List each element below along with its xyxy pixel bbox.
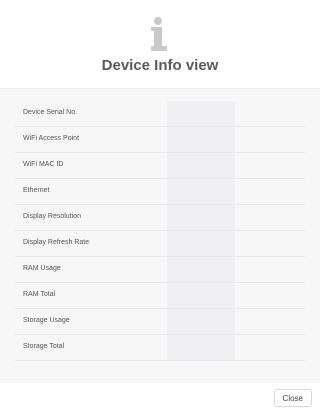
row-value (167, 179, 235, 204)
dialog-footer: Close (0, 383, 320, 414)
info-row-ethernet: Ethernet (15, 179, 305, 205)
row-label: Ethernet (23, 187, 50, 194)
info-row-storage-usage: Storage Usage (15, 309, 305, 335)
info-row-wifi-mac: WiFi MAC ID (15, 153, 305, 179)
row-value (167, 335, 235, 360)
row-value (167, 153, 235, 178)
close-button[interactable]: Close (273, 389, 312, 407)
row-label: RAM Total (23, 291, 56, 298)
row-label: RAM Usage (23, 265, 61, 272)
info-row-serial: Device Serial No. (15, 101, 305, 127)
row-value (167, 127, 235, 152)
device-info-table: Device Serial No. WiFi Access Point WiFi… (15, 101, 305, 361)
dialog-title: Device Info view (101, 57, 219, 74)
row-value (167, 205, 235, 230)
dialog-header: Device Info view (0, 0, 320, 88)
row-label: Display Refresh Rate (23, 239, 90, 246)
row-label: WiFi MAC ID (23, 161, 64, 168)
info-row-ram-usage: RAM Usage (15, 257, 305, 283)
row-label: Display Resolution (23, 213, 81, 220)
dialog-body: Device Serial No. WiFi Access Point WiFi… (0, 88, 320, 384)
row-label: Device Serial No. (23, 109, 78, 116)
row-value (167, 231, 235, 256)
info-icon (151, 17, 167, 51)
info-row-display-resolution: Display Resolution (15, 205, 305, 231)
row-value (167, 283, 235, 308)
row-value (167, 257, 235, 282)
info-row-display-refresh-rate: Display Refresh Rate (15, 231, 305, 257)
row-label: Storage Usage (23, 317, 70, 324)
device-info-dialog: Device Info view Device Serial No. WiFi … (0, 0, 320, 414)
info-row-wifi-access-point: WiFi Access Point (15, 127, 305, 153)
info-row-ram-total: RAM Total (15, 283, 305, 309)
row-value (167, 101, 235, 126)
row-label: WiFi Access Point (23, 135, 80, 142)
row-label: Storage Total (23, 343, 65, 350)
info-row-storage-total: Storage Total (15, 335, 305, 361)
row-value (167, 309, 235, 334)
